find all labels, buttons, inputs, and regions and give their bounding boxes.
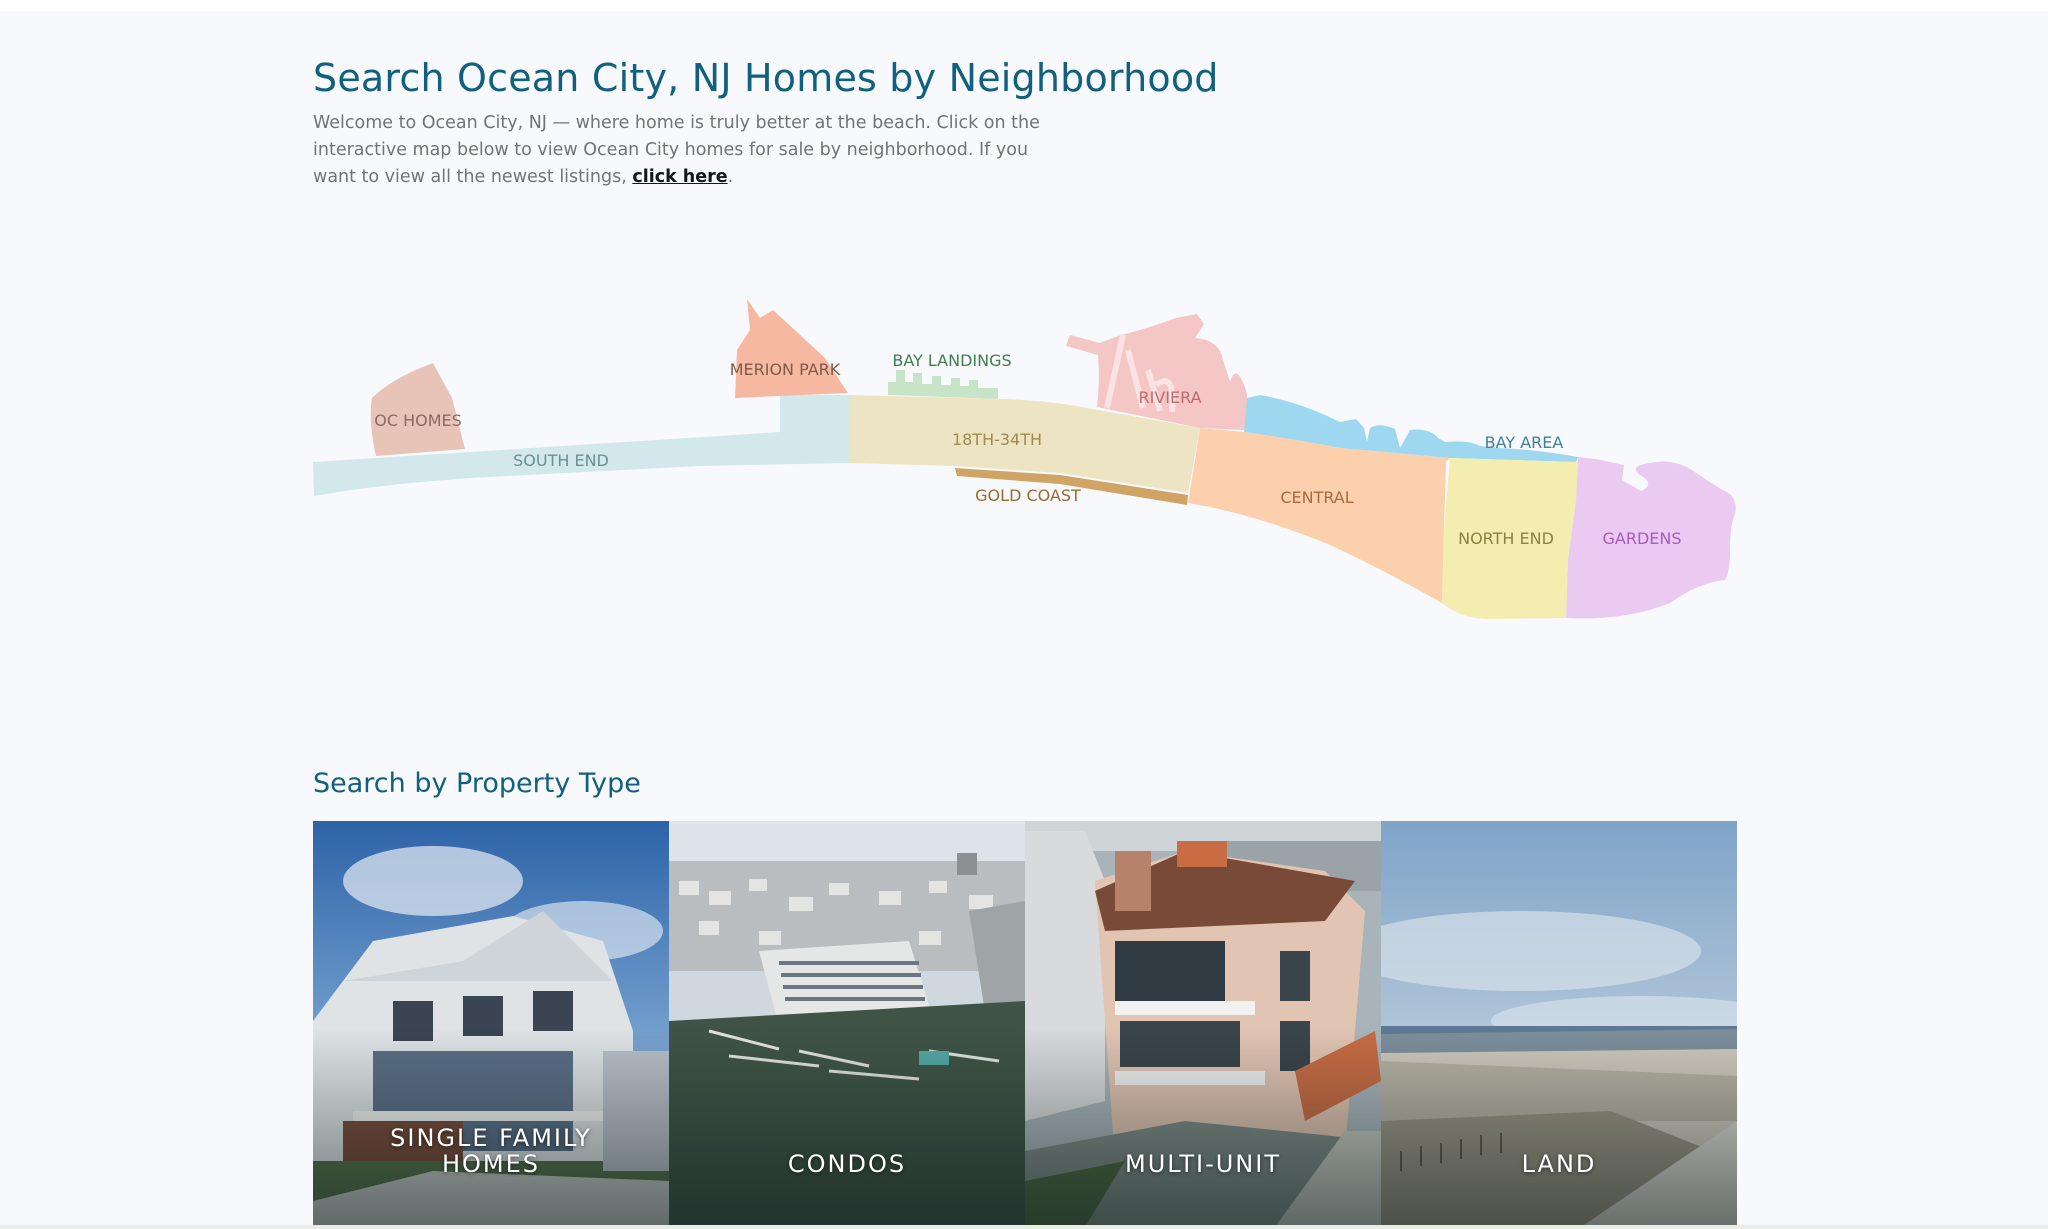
card-label-condos: CONDOS [669, 1151, 1025, 1177]
click-here-link[interactable]: click here [632, 167, 727, 187]
card-shade [1381, 1027, 1737, 1227]
bottom-border [0, 1225, 2048, 1229]
card-label-single-family: SINGLE FAMILY HOMES [313, 1125, 669, 1177]
card-label-multi-unit: MULTI-UNIT [1025, 1151, 1381, 1177]
map-region-gardens[interactable]: GARDENS [1566, 457, 1736, 619]
map-region-merion-park[interactable]: MERION PARK [730, 299, 848, 398]
card-multi-unit[interactable]: MULTI-UNIT [1025, 821, 1381, 1227]
card-label-line2: LAND [1521, 1150, 1597, 1178]
card-label-line2: HOMES [441, 1150, 541, 1178]
neighborhood-map: SOUTH END OC HOMES MERION PARK BAY LANDI… [313, 299, 1736, 619]
map-label-bay-landings: BAY LANDINGS [892, 351, 1011, 370]
property-type-title: Search by Property Type [313, 768, 641, 799]
card-label-line2: MULTI-UNIT [1125, 1150, 1281, 1178]
card-label-line1: SINGLE FAMILY [390, 1124, 592, 1152]
intro-end: . [727, 167, 734, 187]
intro-paragraph: Welcome to Ocean City, NJ — where home i… [313, 110, 1073, 191]
card-label-land: LAND [1381, 1151, 1737, 1177]
card-label-line2: CONDOS [787, 1150, 907, 1178]
map-region-north-end[interactable]: NORTH END [1442, 458, 1578, 619]
card-condos[interactable]: CONDOS [669, 821, 1025, 1227]
top-bar [0, 0, 2048, 11]
map-region-bay-landings[interactable]: BAY LANDINGS [888, 351, 1012, 399]
card-land[interactable]: LAND [1381, 821, 1737, 1227]
map-region-oc-homes[interactable]: OC HOMES [370, 363, 465, 456]
map-label-gold-coast: GOLD COAST [975, 486, 1081, 505]
card-single-family[interactable]: SINGLE FAMILY HOMES [313, 821, 669, 1227]
page-title: Search Ocean City, NJ Homes by Neighborh… [313, 56, 1219, 100]
property-type-cards: SINGLE FAMILY HOMES CONDOS MULTI-UNIT LA… [313, 821, 1737, 1227]
card-shade [1025, 1027, 1381, 1227]
card-shade [669, 1027, 1025, 1227]
